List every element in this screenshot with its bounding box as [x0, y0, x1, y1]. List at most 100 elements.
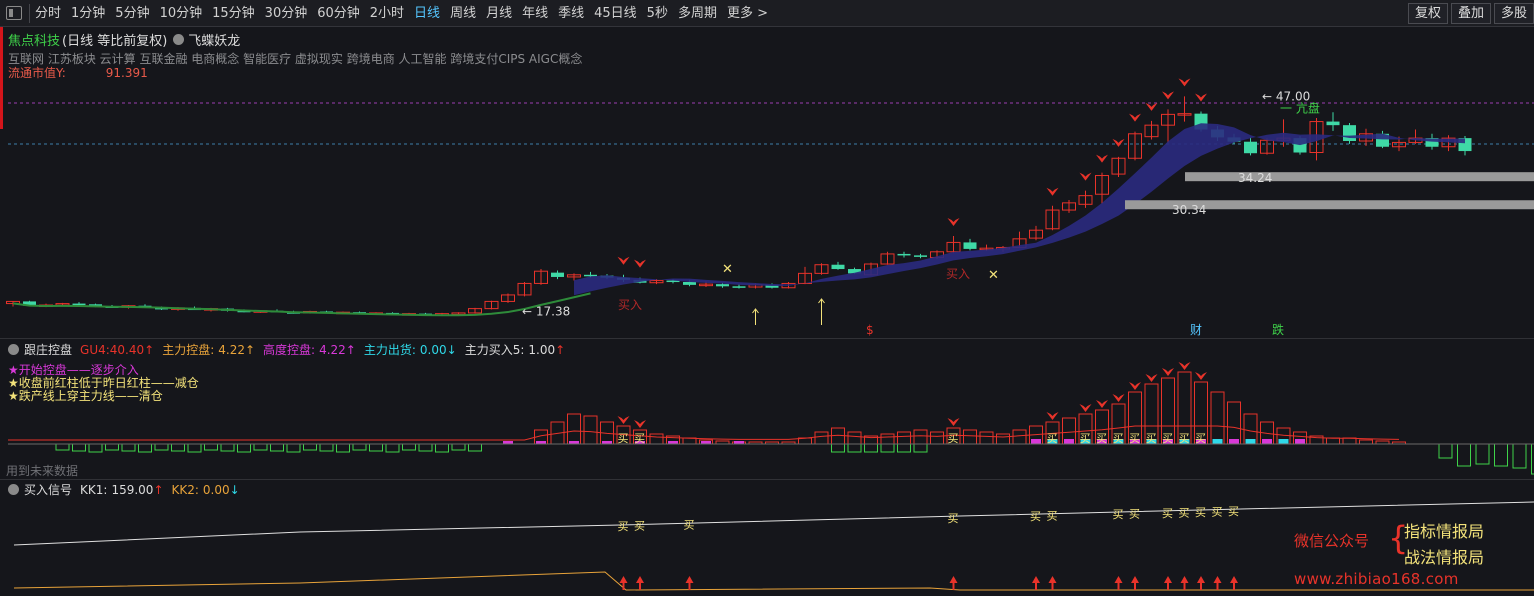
control-bar-green — [187, 443, 202, 453]
market-cap: 流通市值Y: 91.391 — [8, 64, 148, 81]
control-bar-green — [72, 443, 86, 452]
buy-label: 买 — [1162, 432, 1173, 445]
period-tab[interactable]: 5分钟 — [110, 0, 154, 27]
control-bar-red — [847, 431, 862, 445]
period-tab[interactable]: 年线 — [517, 0, 553, 27]
buy-arrow-head-icon — [1164, 576, 1172, 583]
kk1-value-text: 159.00 — [111, 482, 154, 497]
control-bar-green — [286, 443, 301, 453]
period-tab[interactable]: 5秒 — [642, 0, 673, 27]
period-tab[interactable]: 2小时 — [365, 0, 409, 27]
gu4-value-text: 40.40 — [109, 342, 145, 357]
control-bar-green — [237, 443, 251, 453]
candle-body — [914, 255, 927, 257]
control-bar-cyan — [1229, 439, 1239, 444]
period-tab[interactable]: 15分钟 — [207, 0, 260, 27]
buy-arrow-head-icon — [949, 576, 958, 583]
buy-label: 买 — [1212, 506, 1223, 519]
ma-ribbon — [574, 123, 1465, 296]
kk1-value: 159.00↑ — [111, 482, 164, 497]
period-tab[interactable]: 月线 — [481, 0, 517, 27]
control-bar-green — [864, 443, 878, 453]
buy-label: 买 — [1179, 506, 1190, 519]
buy-arrow-head-icon — [636, 576, 644, 583]
butterfly-signal-icon — [1162, 368, 1174, 376]
buy-label: 买 — [1179, 432, 1190, 445]
kk1-label: KK1: — [80, 482, 108, 497]
multi-stock-button[interactable]: 多股 — [1493, 3, 1534, 24]
adjust-price-button[interactable]: 复权 — [1407, 3, 1448, 24]
indicator-settings-icon[interactable] — [173, 34, 185, 45]
period-tab[interactable]: 60分钟 — [312, 0, 365, 27]
period-tab[interactable]: 30分钟 — [260, 0, 313, 27]
indicator-settings-icon[interactable] — [8, 484, 19, 495]
candle-body — [1343, 125, 1356, 141]
candle-body — [683, 281, 696, 285]
zlmr-value-text: 1.00 — [528, 342, 556, 357]
control-bar-red — [930, 431, 944, 445]
control-bar-red — [649, 433, 664, 445]
indicator-settings-icon[interactable] — [8, 344, 19, 355]
control-line — [8, 425, 1400, 441]
period-tab[interactable]: 周线 — [445, 0, 481, 27]
zlmr-value: 1.00↑ — [528, 342, 566, 357]
control-bar-red — [1326, 437, 1340, 445]
period-tabs: 分时 1分钟 5分钟 10分钟 15分钟 30分钟 60分钟 2小时 日线 周线 月线 年线 季线 45日… — [30, 0, 773, 27]
watermark-site: www.zhibiao168.com — [1294, 570, 1459, 588]
legend-clear: ★跌产线上穿主力线——清仓 — [8, 389, 163, 403]
butterfly-signal-icon — [1112, 394, 1125, 402]
zlch-value-text: 0.00 — [419, 342, 447, 357]
control-bar-green — [451, 443, 466, 451]
control-bar-cyan — [1064, 439, 1074, 444]
period-tab[interactable]: 多周期 — [673, 0, 722, 27]
overlay-button[interactable]: 叠加 — [1450, 3, 1491, 24]
control-canvas[interactable]: 买买买买买买买买买买买买 — [0, 339, 1534, 480]
control-indicator-pane[interactable]: 买买买买买买买买买买买买 跟庄控盘 GU4: 40.40↑ 主力控盘: 4.22… — [0, 338, 1534, 479]
control-bar-green — [913, 443, 928, 453]
butterfly-signal-icon — [1079, 172, 1092, 181]
buy-arrow-head-icon — [1230, 576, 1238, 583]
zlkp-label: 主力控盘: — [162, 343, 215, 357]
control-bar-green — [468, 443, 482, 452]
stock-name[interactable]: 焦点科技 — [8, 30, 60, 49]
period-tab[interactable]: 10分钟 — [155, 0, 208, 27]
period-tab[interactable]: 日线 — [409, 0, 445, 27]
control-bar-green — [253, 443, 268, 451]
control-bar-green — [88, 443, 103, 453]
candle-body — [1244, 141, 1257, 154]
buy-label: 买 — [1113, 432, 1124, 445]
drop-annotation: 跌 — [1272, 322, 1284, 337]
butterfly-signal-icon — [1145, 102, 1158, 111]
period-tab[interactable]: 更多 > — [722, 0, 773, 27]
support-lower-label: 30.34 — [1172, 203, 1206, 217]
butterfly-signal-icon — [1195, 372, 1207, 380]
control-bar-green — [418, 443, 433, 452]
indicator-name[interactable]: 飞蝶妖龙 — [188, 30, 240, 49]
control-bar-green — [1494, 443, 1508, 467]
buy-signal-pane[interactable]: 买买买买买买买买买买买买买 买入信号 KK1: 159.00↑ KK2: 0.0… — [0, 479, 1534, 596]
control-bar-green — [897, 443, 911, 453]
control-title[interactable]: 跟庄控盘 — [24, 341, 72, 358]
gdkp-value: 4.22↑ — [319, 342, 356, 357]
buy-label: 买 — [1047, 432, 1058, 445]
period-tab[interactable]: 45日线 — [589, 0, 642, 27]
period-tab[interactable]: 1分钟 — [66, 0, 110, 27]
kline-canvas[interactable]: 34.2430.34← 47.00← 17.38一 亢盘✕ ✕买入买入$ 财跌 — [0, 27, 1534, 338]
control-bar-green — [1438, 443, 1453, 459]
butterfly-signal-icon — [1162, 91, 1174, 100]
control-bar-green — [55, 443, 70, 451]
sidebar-toggle-icon[interactable] — [6, 6, 22, 20]
period-tab[interactable]: 季线 — [553, 0, 589, 27]
buy-arrow-head-icon — [1114, 576, 1123, 583]
butterfly-signal-icon — [1096, 400, 1108, 408]
butterfly-signal-icon — [1178, 362, 1191, 370]
control-bar-red — [583, 415, 598, 445]
buy-signal-title[interactable]: 买入信号 — [24, 481, 72, 498]
control-bar-cyan — [1031, 439, 1041, 444]
buy-label: 买 — [1195, 506, 1206, 519]
main-kline-pane[interactable]: 34.24 30.34 ← 47.00 ← 17.38 一 亢盘 ✕ ✕ 买入 买入 $ 财跌 焦点… — [0, 27, 1534, 338]
period-tab[interactable]: 分时 — [30, 0, 66, 27]
watermark: 微信公众号 { 指标情报局 战法情报局 www.zhibiao168.com — [1294, 512, 1524, 592]
adjust-mode[interactable]: (日线 等比前复权) — [62, 30, 167, 49]
buy-arrow-head-icon — [1131, 576, 1139, 583]
